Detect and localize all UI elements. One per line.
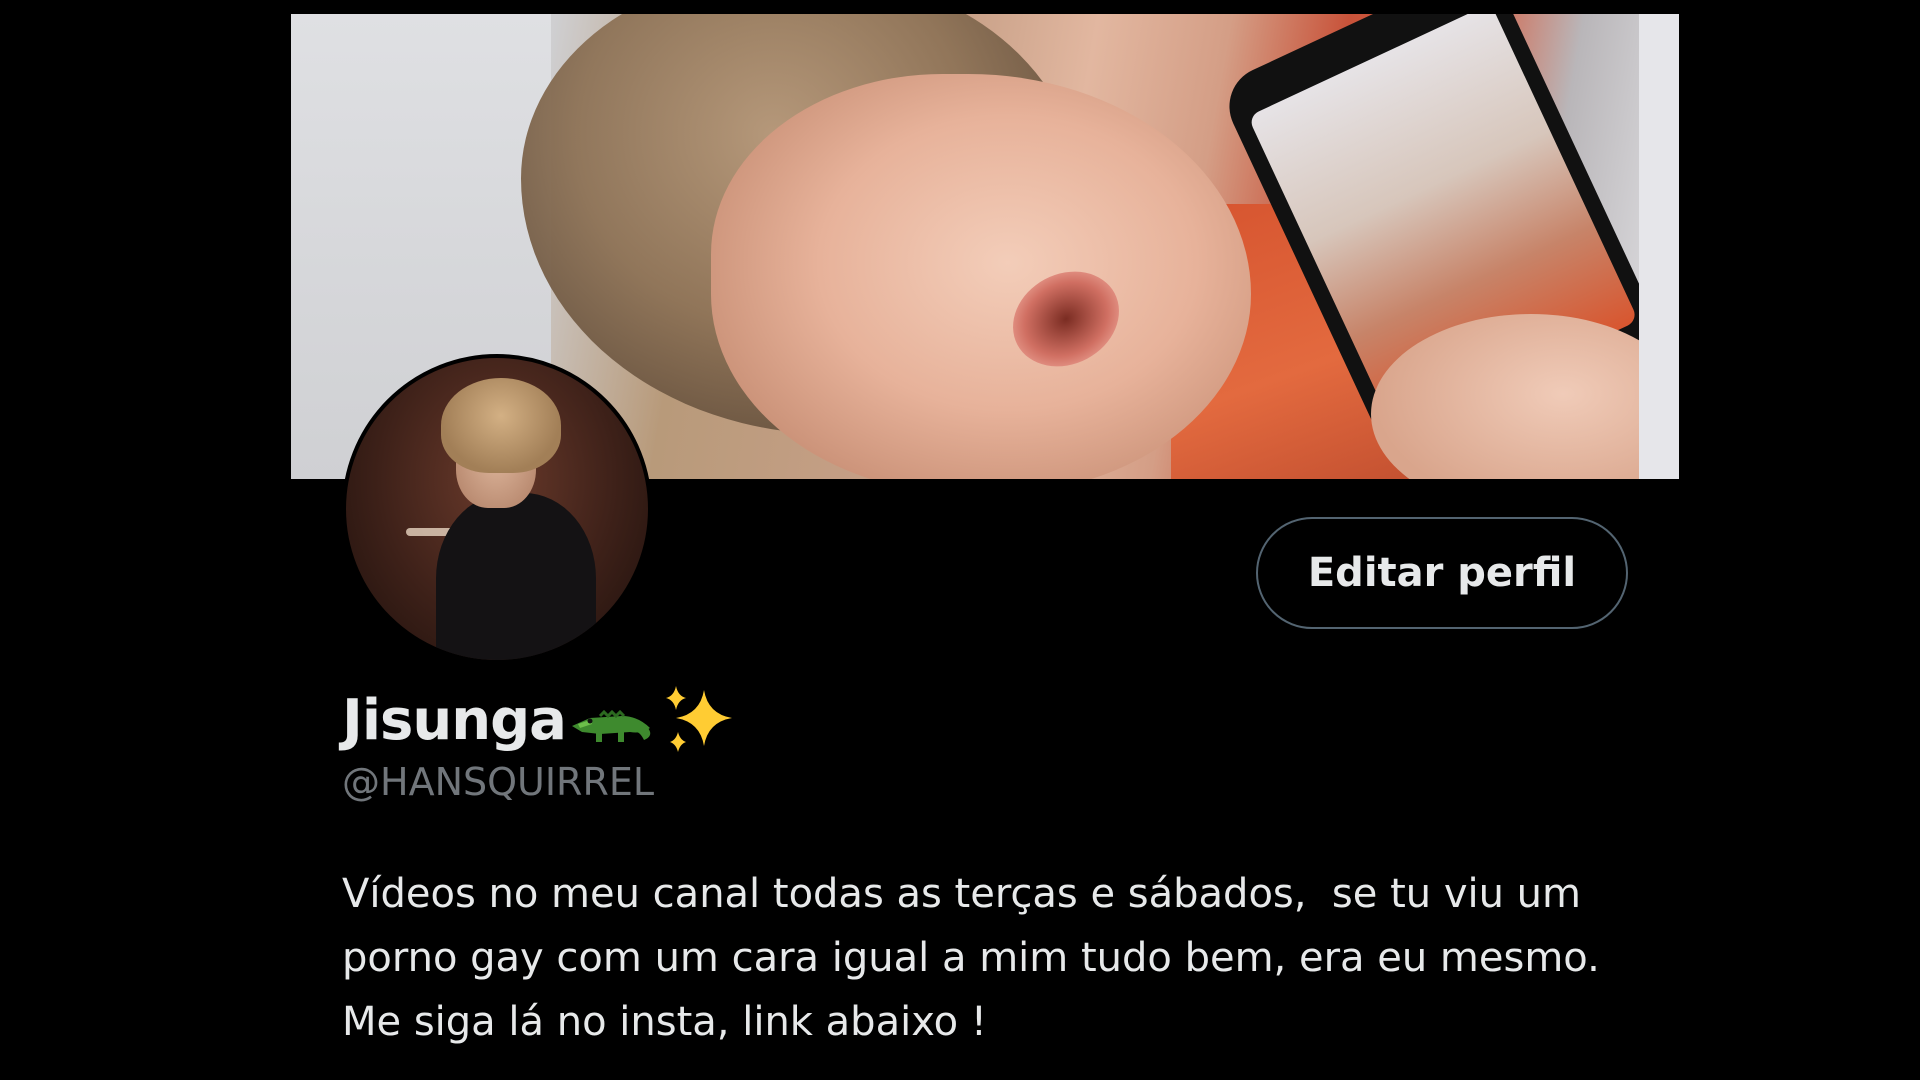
banner-face: [711, 74, 1251, 479]
avatar-hair: [441, 378, 561, 473]
avatar-body: [436, 493, 596, 660]
username-handle: @HANSQUIRREL: [342, 760, 655, 804]
crocodile-icon: [570, 702, 654, 752]
profile-page: Editar perfil Jisunga @HANSQUIRREL Vídeo…: [0, 0, 1920, 1080]
display-name-row: Jisunga: [342, 680, 740, 760]
profile-bio: Vídeos no meu canal todas as terças e sá…: [342, 871, 1613, 1045]
banner-right-wall: [1639, 14, 1679, 479]
edit-profile-button[interactable]: Editar perfil: [1256, 517, 1628, 629]
avatar[interactable]: [342, 354, 652, 664]
sparkles-icon: [660, 680, 740, 760]
display-name: Jisunga: [342, 687, 567, 753]
